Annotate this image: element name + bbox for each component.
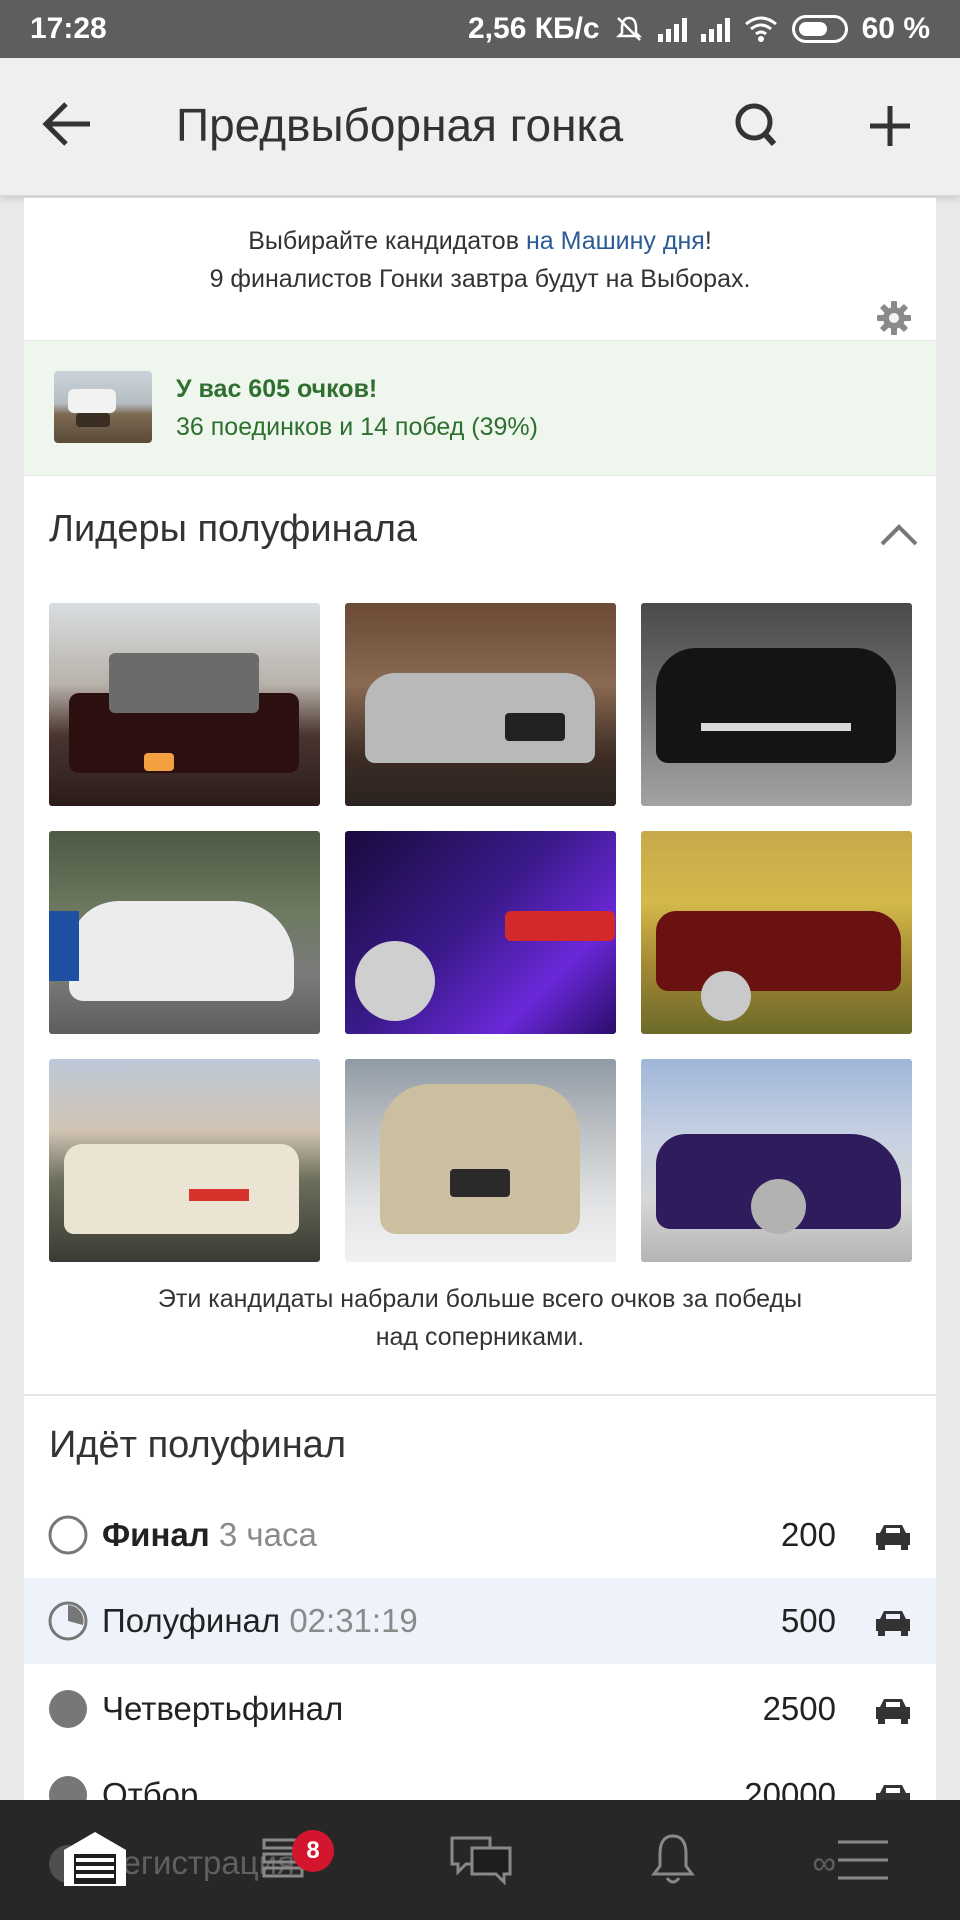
feed-badge: 8	[292, 1830, 334, 1872]
bottom-navigation: Регистрация ∞ 8	[0, 1800, 960, 1920]
user-avatar[interactable]	[54, 371, 152, 443]
filled-circle-icon	[49, 1776, 87, 1800]
intro-text: Выбирайте кандидатов на Машину дня! 9 фи…	[24, 198, 936, 338]
stage-time: 3 часа	[218, 1516, 317, 1553]
battery-icon	[791, 15, 848, 43]
chevron-up-icon[interactable]	[874, 514, 924, 554]
menu-icon[interactable]	[828, 1828, 898, 1892]
leaders-caption-line-2: над соперниками.	[375, 1323, 585, 1351]
stage-name: Отбор	[102, 1776, 199, 1800]
stage-points: 2500	[762, 1690, 836, 1727]
battery-level: 60 %	[861, 12, 930, 45]
car-icon	[876, 1699, 910, 1724]
leaders-caption-line-1: Эти кандидаты набрали больше всего очков…	[157, 1285, 803, 1313]
leader-photo-4[interactable]	[49, 831, 320, 1034]
filled-circle-icon	[49, 1690, 87, 1728]
leader-photo-7[interactable]	[49, 1059, 320, 1262]
mute-icon	[615, 16, 642, 41]
stage-points: 500	[780, 1602, 836, 1639]
score-panel: У вас 605 очков! 36 поединков и 14 побед…	[24, 340, 936, 476]
car-icon	[876, 1611, 910, 1636]
stage-row-semifinal[interactable]: Полуфинал 02:31:19 500	[24, 1578, 936, 1664]
stage-row-selection[interactable]: Отбор 20000	[24, 1752, 936, 1800]
stage-name: Четвертьфинал	[102, 1690, 344, 1727]
car-icon	[876, 1525, 910, 1550]
back-arrow-icon[interactable]	[38, 94, 98, 154]
empty-circle-icon	[48, 1515, 88, 1555]
network-speed: 2,56 КБ/с	[467, 12, 600, 45]
leaders-title: Лидеры полуфинала	[49, 508, 418, 550]
stage-name: Полуфинал	[102, 1602, 281, 1639]
cell-signal-2-icon	[700, 16, 730, 42]
messages-icon[interactable]	[446, 1828, 516, 1892]
search-icon[interactable]	[726, 96, 786, 156]
divider	[24, 1394, 936, 1396]
semifinal-title: Идёт полуфинал	[49, 1424, 346, 1466]
intro-prefix: Выбирайте кандидатов	[248, 227, 526, 255]
page-title: Предвыборная гонка	[176, 99, 624, 151]
leader-photo-3[interactable]	[641, 603, 912, 806]
bell-icon[interactable]	[638, 1828, 708, 1892]
main-content: Выбирайте кандидатов на Машину дня! 9 фи…	[24, 198, 936, 1800]
status-indicators: 2,56 КБ/с 60 %	[468, 12, 930, 46]
leaders-caption: Эти кандидаты набрали больше всего очков…	[24, 1280, 936, 1356]
stage-row-final[interactable]: Финал 3 часа 200	[24, 1492, 936, 1578]
leader-photo-5[interactable]	[345, 831, 616, 1034]
status-bar: 17:28 2,56 КБ/с 60 %	[0, 0, 960, 58]
score-stats: 36 поединков и 14 побед (39%)	[176, 413, 538, 441]
intro-suffix: !	[704, 227, 712, 255]
leader-photo-1[interactable]	[49, 603, 320, 806]
leader-photo-6[interactable]	[641, 831, 912, 1034]
stage-row-quarterfinal[interactable]: Четвертьфинал 2500	[24, 1666, 936, 1752]
stage-points: 200	[780, 1516, 836, 1553]
leader-photo-8[interactable]	[345, 1059, 616, 1262]
status-time: 17:28	[30, 12, 107, 45]
cell-signal-icon	[657, 16, 687, 42]
garage-icon[interactable]	[60, 1828, 130, 1892]
leader-photo-2[interactable]	[345, 603, 616, 806]
wifi-icon	[744, 16, 777, 42]
stage-time: 02:31:19	[289, 1602, 418, 1639]
stage-points: 20000	[744, 1776, 836, 1800]
app-header: Предвыборная гонка	[0, 58, 960, 196]
leader-photo-9[interactable]	[641, 1059, 912, 1262]
intro-line-2: 9 финалистов Гонки завтра будут на Выбор…	[209, 265, 751, 293]
progress-circle-icon	[48, 1601, 88, 1641]
score-title: У вас 605 очков!	[176, 375, 378, 403]
gear-icon[interactable]	[876, 300, 912, 336]
plus-icon[interactable]	[860, 96, 920, 156]
car-icon	[876, 1785, 910, 1800]
stage-name: Финал	[102, 1516, 210, 1553]
car-of-the-day-link[interactable]: на Машину дня	[526, 227, 705, 255]
